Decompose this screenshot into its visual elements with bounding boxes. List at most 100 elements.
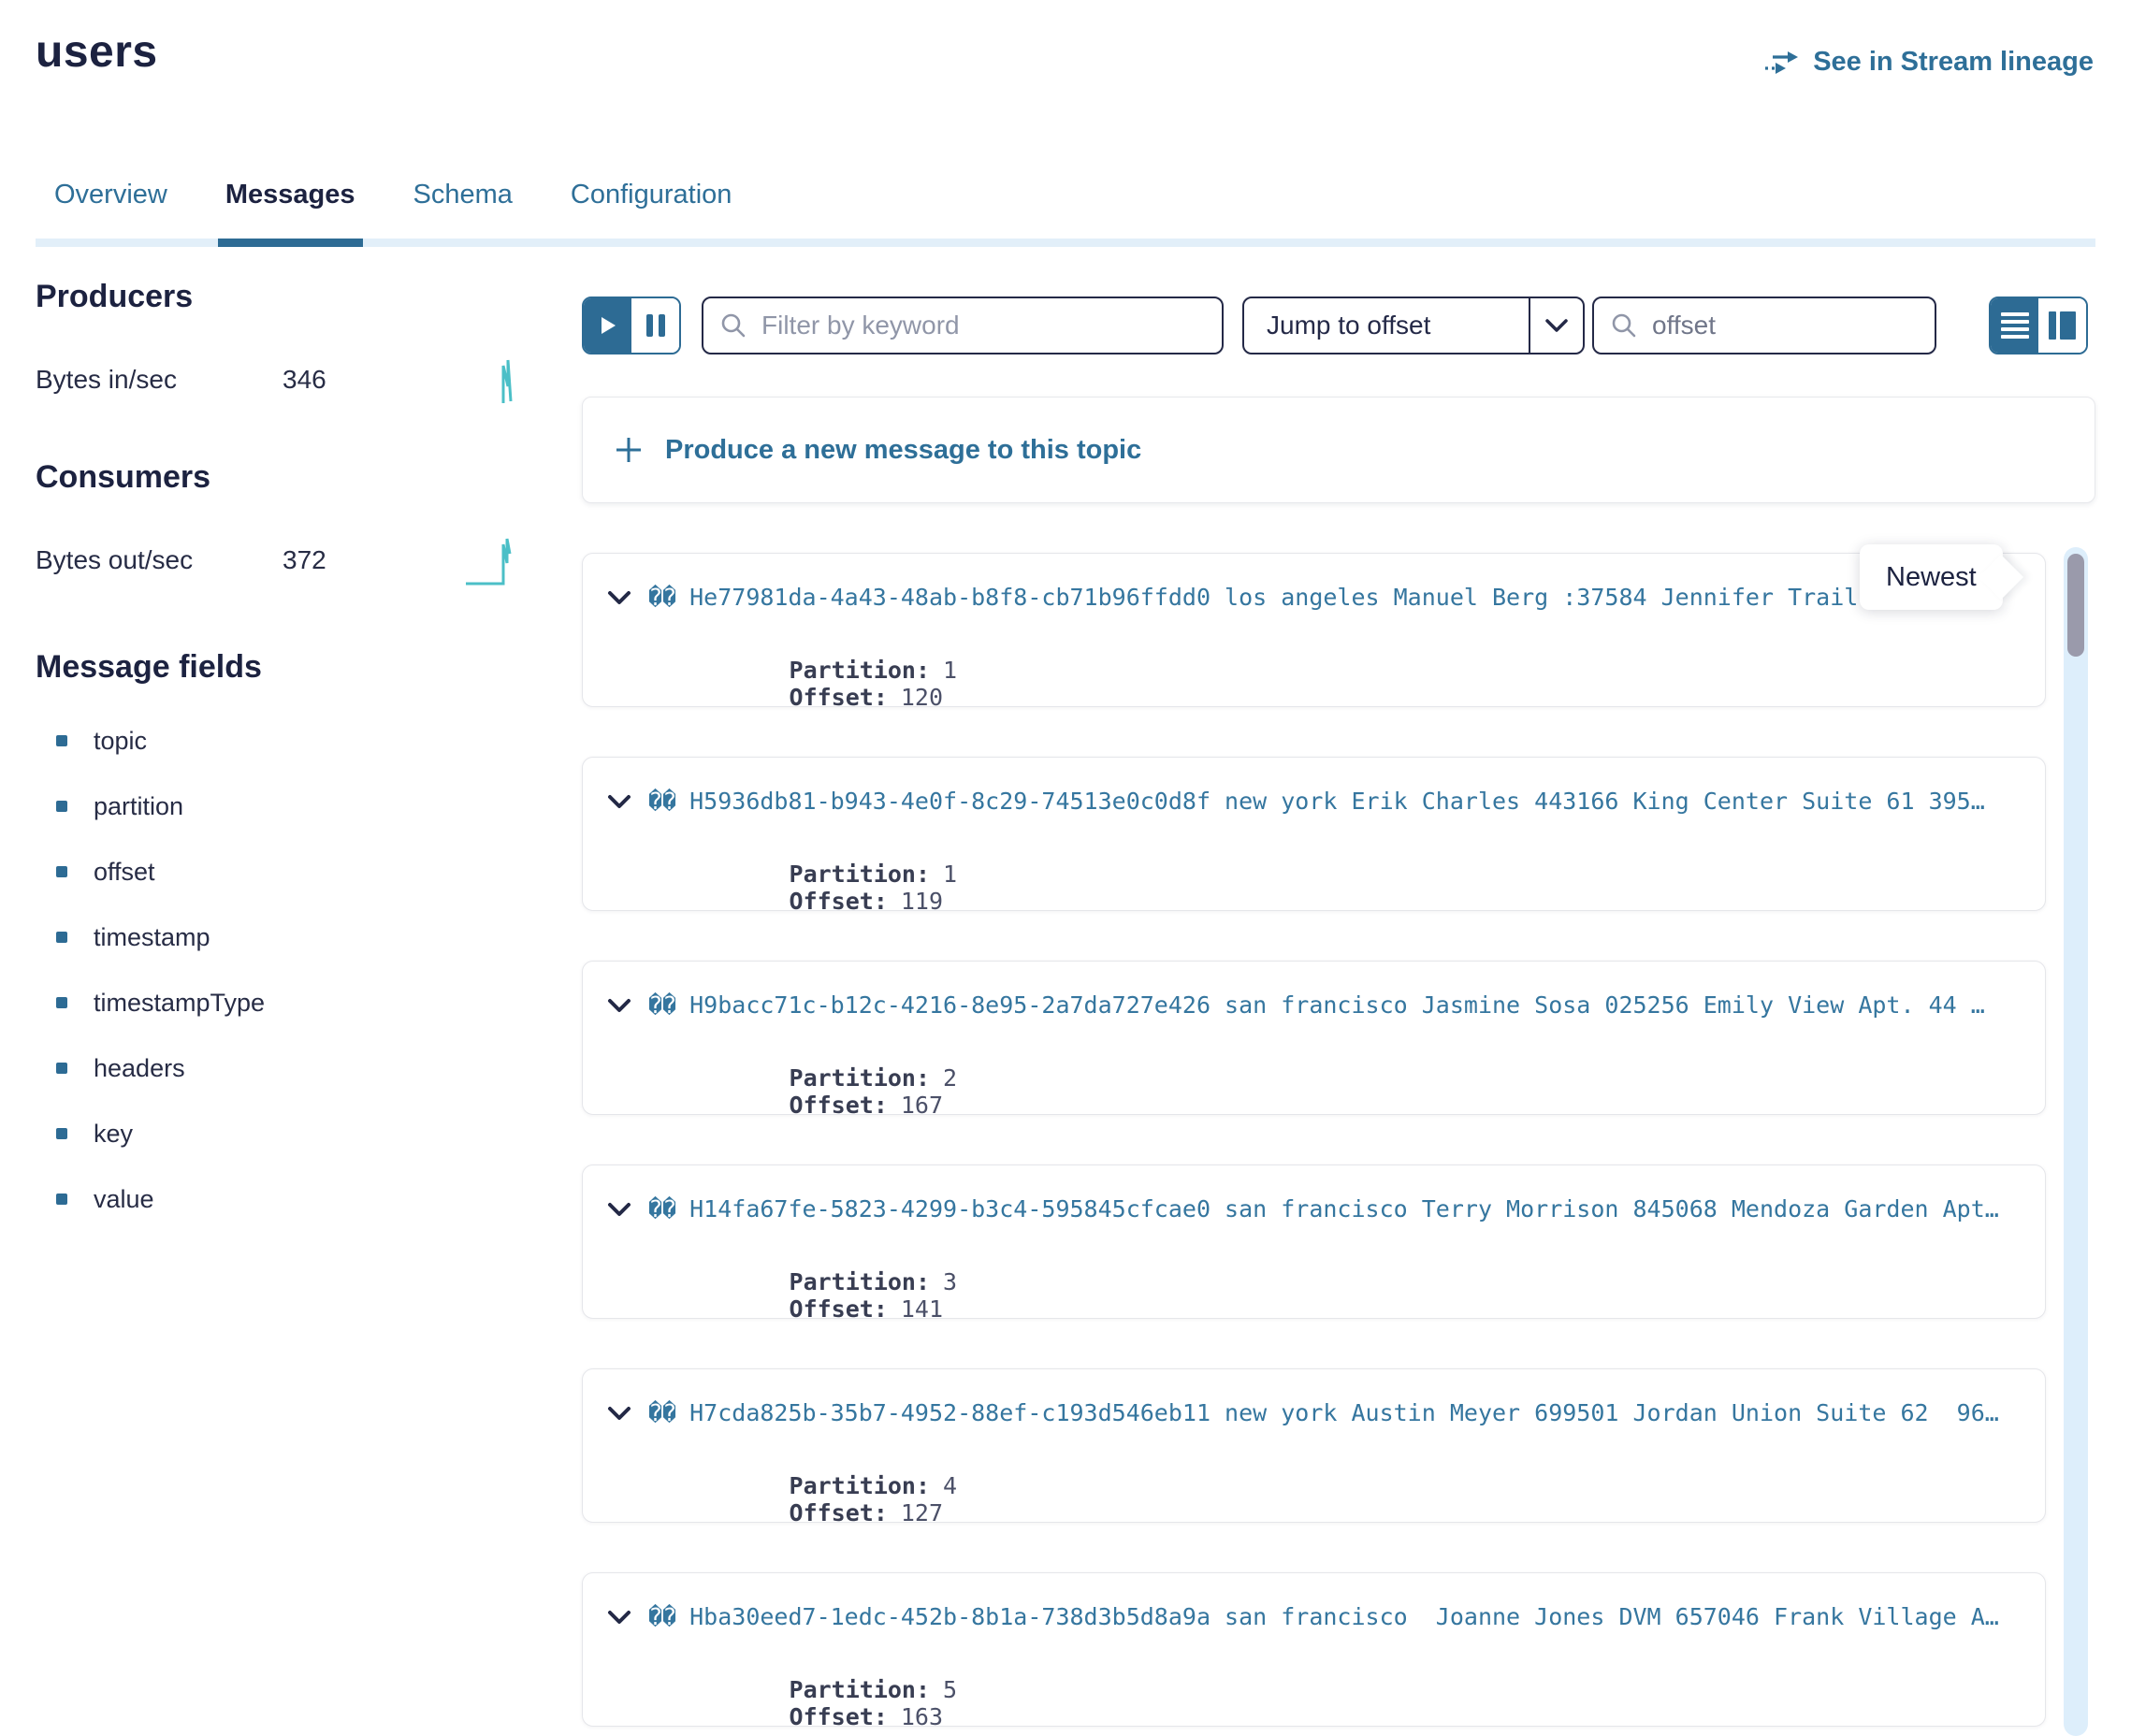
field-bullet-icon	[56, 1128, 67, 1139]
offset-value: 163	[901, 1703, 943, 1727]
expand-chevron-icon[interactable]	[607, 1610, 631, 1625]
message-value-preview: san francisco Joanne Jones DVM 657046 Fr…	[1225, 1603, 1999, 1630]
field-item-key: key	[36, 1101, 526, 1166]
field-item-headers: headers	[36, 1035, 526, 1101]
message-meta-line: Partition:1 Offset:120 Timestamp:1659644…	[648, 629, 2037, 707]
offset-value: 127	[901, 1499, 943, 1523]
play-icon	[600, 315, 616, 336]
field-bullet-icon	[56, 932, 67, 943]
message-key: H14fa67fe-5823-4299-b3c4-595845cfcae0	[689, 1195, 1210, 1222]
play-button[interactable]	[584, 298, 631, 353]
partition-value: 1	[943, 657, 957, 684]
view-mode-toggle	[1989, 297, 2088, 354]
message-key: H7cda825b-35b7-4952-88ef-c193d546eb11	[689, 1399, 1210, 1426]
key-binary-glyphs: ��	[648, 788, 676, 815]
message-key: H5936db81-b943-4e0f-8c29-74513e0c0d8f	[689, 788, 1210, 815]
message-value-preview: new york Austin Meyer 699501 Jordan Unio…	[1225, 1399, 1999, 1426]
message-row[interactable]: ��H7cda825b-35b7-4952-88ef-c193d546eb11n…	[582, 1368, 2046, 1523]
offset-label: Offset:	[790, 1499, 888, 1523]
list-view-button[interactable]	[1991, 298, 2038, 353]
partition-label: Partition:	[790, 1064, 931, 1092]
message-value-preview: san francisco Terry Morrison 845068 Mend…	[1225, 1195, 1999, 1222]
field-bullet-icon	[56, 735, 67, 746]
search-icon	[720, 312, 747, 339]
message-meta-line: Partition:4 Offset:127 Timestamp:1659644…	[648, 1445, 2037, 1523]
bytes-in-label: Bytes in/sec	[36, 365, 283, 395]
expand-chevron-icon[interactable]	[607, 590, 631, 605]
offset-label: Offset:	[790, 888, 888, 911]
message-key: He77981da-4a43-48ab-b8f8-cb71b96ffdd0	[689, 584, 1210, 611]
produce-message-button[interactable]: Produce a new message to this topic	[582, 397, 2095, 503]
partition-label: Partition:	[790, 861, 931, 888]
filter-keyword-input[interactable]	[760, 310, 1205, 341]
field-bullet-icon	[56, 997, 67, 1008]
search-icon	[1611, 312, 1637, 339]
bytes-in-metric: Bytes in/sec 346	[36, 353, 526, 407]
expand-chevron-icon[interactable]	[607, 1202, 631, 1217]
expand-chevron-icon[interactable]	[607, 1406, 631, 1421]
field-item-value: value	[36, 1166, 526, 1232]
stream-play-pause-toggle	[582, 297, 681, 354]
bytes-in-sparkline	[485, 353, 526, 407]
column-view-button[interactable]	[2038, 298, 2086, 353]
field-item-timestamp: timestamp	[36, 904, 526, 970]
column-view-icon	[2049, 311, 2076, 340]
offset-search-input[interactable]	[1650, 310, 1918, 341]
partition-label: Partition:	[790, 1472, 931, 1499]
expand-chevron-icon[interactable]	[607, 998, 631, 1013]
stream-lineage-link[interactable]: See in Stream lineage	[1764, 47, 2094, 78]
chevron-down-icon	[1545, 319, 1568, 333]
key-binary-glyphs: ��	[648, 991, 676, 1019]
partition-value: 5	[943, 1676, 957, 1703]
message-row[interactable]: ��H5936db81-b943-4e0f-8c29-74513e0c0d8fn…	[582, 757, 2046, 911]
tab-configuration[interactable]: Configuration	[571, 180, 732, 247]
partition-value: 2	[943, 1064, 957, 1092]
offset-label: Offset:	[790, 1295, 888, 1319]
message-key-line: ��He77981da-4a43-48ab-b8f8-cb71b96ffdd0l…	[607, 584, 2037, 611]
messages-toolbar: Jump to offset	[582, 297, 2095, 354]
bytes-out-label: Bytes out/sec	[36, 545, 283, 575]
message-row[interactable]: ��He77981da-4a43-48ab-b8f8-cb71b96ffdd0l…	[582, 553, 2046, 707]
partition-value: 1	[943, 861, 957, 888]
lineage-arrows-icon	[1764, 49, 1800, 77]
tab-overview[interactable]: Overview	[54, 180, 167, 247]
field-item-partition: partition	[36, 774, 526, 839]
bytes-in-value: 346	[283, 365, 326, 395]
tab-messages[interactable]: Messages	[225, 180, 355, 247]
field-item-timestampType: timestampType	[36, 970, 526, 1035]
consumers-heading: Consumers	[36, 459, 526, 496]
message-key: H9bacc71c-b12c-4216-8e95-2a7da727e426	[689, 991, 1210, 1019]
message-key-line: ��H14fa67fe-5823-4299-b3c4-595845cfcae0s…	[607, 1195, 2037, 1222]
tab-schema[interactable]: Schema	[413, 180, 513, 247]
tab-bar: Overview Messages Schema Configuration	[36, 180, 2095, 247]
message-key-line: �� H9bacc71c-b12c-4216-8e95-2a7da727e426 s…	[607, 991, 2037, 1019]
topic-stats-sidebar: Producers Bytes in/sec 346 Consumers Byt…	[36, 279, 526, 1232]
message-list: ��He77981da-4a43-48ab-b8f8-cb71b96ffdd0l…	[582, 553, 2046, 1727]
message-row[interactable]: �� H9bacc71c-b12c-4216-8e95-2a7da727e426 s…	[582, 961, 2046, 1115]
key-binary-glyphs: ��	[648, 584, 676, 611]
stream-lineage-label: See in Stream lineage	[1813, 47, 2094, 78]
field-bullet-icon	[56, 1194, 67, 1205]
select-chevron-area[interactable]	[1529, 298, 1583, 353]
message-key-line: ��H7cda825b-35b7-4952-88ef-c193d546eb11n…	[607, 1399, 2037, 1426]
jump-to-offset-value: Jump to offset	[1244, 311, 1529, 340]
message-row[interactable]: ��Hba30eed7-1edc-452b-8b1a-738d3b5d8a9as…	[582, 1572, 2046, 1727]
partition-label: Partition:	[790, 657, 931, 684]
message-key-line: ��Hba30eed7-1edc-452b-8b1a-738d3b5d8a9as…	[607, 1603, 2037, 1630]
jump-to-offset-select[interactable]: Jump to offset	[1242, 297, 1585, 354]
message-value-preview: san francisco Jasmine Sosa 025256 Emily …	[1225, 991, 1985, 1019]
scrollbar-thumb[interactable]	[2067, 554, 2084, 657]
field-bullet-icon	[56, 1063, 67, 1074]
bytes-out-sparkline	[464, 533, 526, 587]
pause-icon	[646, 314, 665, 337]
offset-value: 120	[901, 684, 943, 707]
pause-button[interactable]	[631, 298, 679, 353]
partition-label: Partition:	[790, 1268, 931, 1295]
message-meta-line: Partition:1 Offset:119 Timestamp:1659644…	[648, 833, 2037, 911]
scrollbar-track[interactable]	[2064, 547, 2088, 1736]
offset-value: 119	[901, 888, 943, 911]
message-row[interactable]: ��H14fa67fe-5823-4299-b3c4-595845cfcae0s…	[582, 1165, 2046, 1319]
producers-heading: Producers	[36, 279, 526, 315]
topic-messages-page: users See in Stream lineage Overview Mes…	[0, 0, 2131, 1736]
expand-chevron-icon[interactable]	[607, 794, 631, 809]
